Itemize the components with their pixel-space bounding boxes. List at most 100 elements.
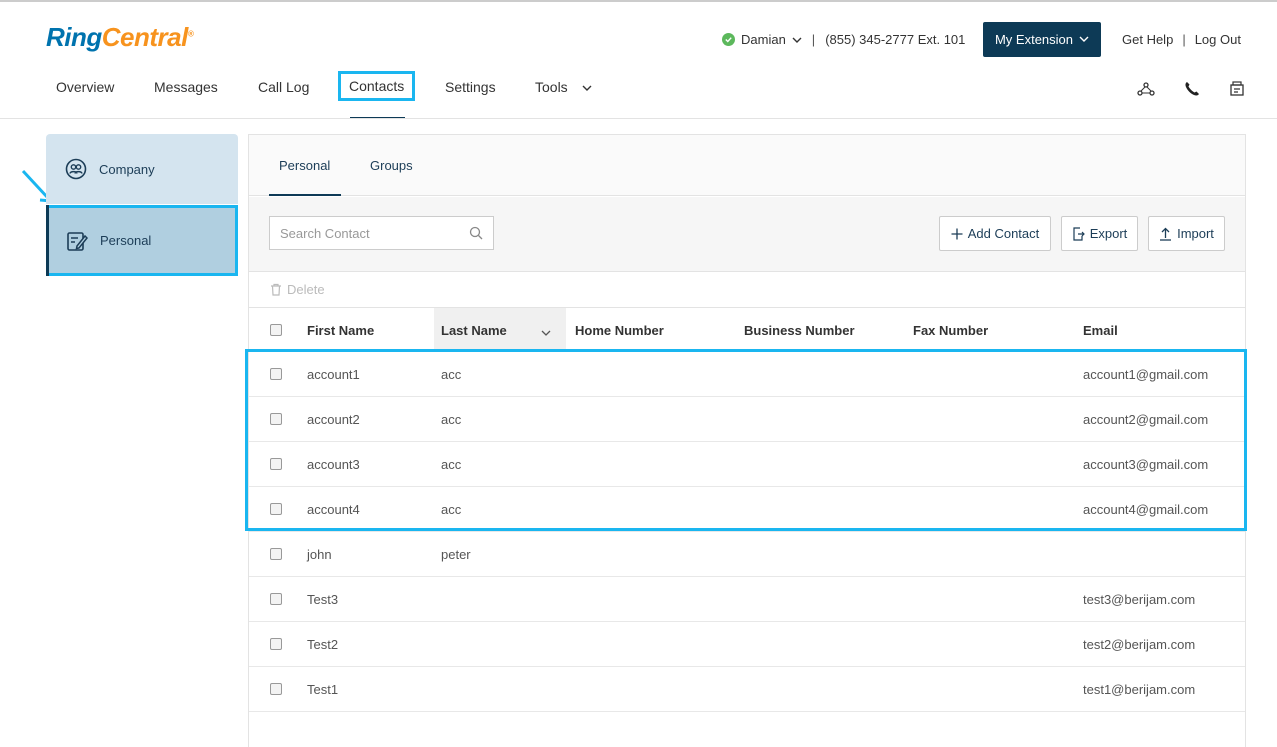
sidebar-item-label: Personal: [100, 233, 152, 248]
phone-number: (855) 345-2777 Ext. 101: [825, 32, 966, 47]
check-icon: [722, 33, 735, 46]
plus-icon: [951, 228, 963, 239]
table-row[interactable]: account2 acc account2@gmail.com: [249, 397, 1245, 442]
phone-icon[interactable]: [1184, 81, 1200, 102]
search-placeholder: Search Contact: [280, 225, 370, 241]
cell-first-name: account2: [307, 412, 360, 427]
my-extension-button[interactable]: My Extension: [983, 22, 1101, 57]
nav-divider: [0, 118, 1277, 119]
subtabs: Personal Groups: [249, 135, 1245, 196]
cell-first-name: Test1: [307, 682, 339, 697]
sidebar-item-label: Company: [99, 161, 155, 177]
tab-active-underline: [269, 194, 341, 196]
cell-last-name: acc: [441, 502, 462, 517]
nav-overview[interactable]: Overview: [56, 79, 114, 95]
row-checkbox[interactable]: [270, 413, 282, 425]
column-business-number[interactable]: Business Number: [744, 323, 855, 338]
toolbar: Search Contact Add Contact Export Import: [249, 197, 1245, 272]
tab-groups[interactable]: Groups: [370, 158, 413, 173]
search-input[interactable]: Search Contact: [269, 216, 494, 250]
user-area: Damian | (855) 345-2777 Ext. 101: [722, 32, 965, 47]
cell-last-name: acc: [441, 457, 462, 472]
logo-registered-mark: ®: [187, 29, 194, 39]
select-all-checkbox[interactable]: [270, 324, 282, 336]
table-row[interactable]: Test1 test1@berijam.com: [249, 667, 1245, 712]
log-out-link[interactable]: Log Out: [1195, 32, 1241, 47]
network-icon[interactable]: [1137, 81, 1155, 102]
nav-call-log[interactable]: Call Log: [258, 79, 309, 95]
cell-last-name: peter: [441, 547, 471, 562]
cell-first-name: account1: [307, 367, 360, 382]
row-checkbox[interactable]: [270, 683, 282, 695]
nav-tools-label: Tools: [535, 79, 568, 95]
personal-edit-icon: [66, 230, 88, 252]
row-checkbox[interactable]: [270, 548, 282, 560]
cell-email: test1@berijam.com: [1083, 682, 1196, 697]
import-icon: [1160, 227, 1172, 241]
column-fax-number[interactable]: Fax Number: [913, 323, 988, 338]
sidebar-item-personal[interactable]: Personal: [46, 205, 238, 276]
table-row[interactable]: Test2 test2@berijam.com: [249, 622, 1245, 667]
delete-label: Delete: [287, 282, 325, 297]
nav-messages[interactable]: Messages: [154, 79, 218, 95]
my-extension-label: My Extension: [994, 32, 1074, 47]
separator: |: [1182, 32, 1186, 47]
column-email[interactable]: Email: [1083, 323, 1118, 338]
delete-button[interactable]: Delete: [249, 272, 1245, 308]
cell-first-name: john: [307, 547, 332, 562]
row-checkbox[interactable]: [270, 368, 282, 380]
export-icon: [1073, 226, 1085, 241]
top-border: [0, 0, 1277, 2]
row-checkbox[interactable]: [270, 638, 282, 650]
row-checkbox[interactable]: [270, 593, 282, 605]
cell-last-name: acc: [441, 367, 462, 382]
help-links: Get Help | Log Out: [1122, 32, 1241, 47]
cell-email: account1@gmail.com: [1083, 367, 1209, 382]
cell-first-name: account3: [307, 457, 360, 472]
cell-email: account4@gmail.com: [1083, 502, 1209, 517]
export-button[interactable]: Export: [1061, 216, 1138, 251]
table-row[interactable]: account1 acc account1@gmail.com: [249, 352, 1245, 397]
add-contact-button[interactable]: Add Contact: [939, 216, 1051, 251]
separator: |: [811, 32, 816, 47]
ringcentral-logo[interactable]: RingCentral®: [46, 22, 194, 53]
cell-first-name: Test3: [307, 592, 339, 607]
cell-first-name: Test2: [307, 637, 339, 652]
export-label: Export: [1089, 226, 1128, 241]
fax-icon[interactable]: [1229, 81, 1245, 102]
tab-personal[interactable]: Personal: [279, 158, 330, 173]
column-first-name[interactable]: First Name: [307, 323, 374, 338]
add-contact-label: Add Contact: [967, 226, 1040, 241]
cell-email: test3@berijam.com: [1083, 592, 1196, 607]
column-last-name[interactable]: Last Name: [441, 323, 507, 338]
nav-settings[interactable]: Settings: [445, 79, 496, 95]
chevron-down-icon[interactable]: [541, 325, 551, 340]
table-row[interactable]: account3 acc account3@gmail.com: [249, 442, 1245, 487]
cell-email: account3@gmail.com: [1083, 457, 1209, 472]
chevron-down-icon: [582, 85, 592, 91]
row-checkbox[interactable]: [270, 458, 282, 470]
company-icon: [65, 158, 87, 180]
row-checkbox[interactable]: [270, 503, 282, 515]
table-row[interactable]: Test3 test3@berijam.com: [249, 577, 1245, 622]
sidebar-item-company[interactable]: Company: [46, 134, 238, 204]
contacts-panel: Personal Groups Search Contact Add Conta…: [248, 134, 1246, 747]
import-button[interactable]: Import: [1148, 216, 1225, 251]
search-icon: [469, 226, 483, 240]
logo-central-text: Central: [101, 22, 189, 52]
table-row[interactable]: account4 acc account4@gmail.com: [249, 487, 1245, 532]
nav-contacts[interactable]: Contacts: [337, 71, 416, 101]
chevron-down-icon: [1079, 36, 1089, 42]
user-name-dropdown[interactable]: Damian: [741, 32, 786, 47]
column-home-number[interactable]: Home Number: [575, 323, 664, 338]
table-row[interactable]: john peter: [249, 532, 1245, 577]
nav-tools[interactable]: Tools: [535, 79, 592, 95]
chevron-down-icon[interactable]: [792, 32, 802, 47]
cell-last-name: acc: [441, 412, 462, 427]
trash-icon: [271, 283, 281, 296]
table-header: First Name Last Name Home Number Busines…: [249, 308, 1245, 351]
logo-ring-text: Ring: [46, 22, 102, 52]
cell-email: account2@gmail.com: [1083, 412, 1209, 427]
import-label: Import: [1177, 226, 1214, 241]
get-help-link[interactable]: Get Help: [1122, 32, 1173, 47]
